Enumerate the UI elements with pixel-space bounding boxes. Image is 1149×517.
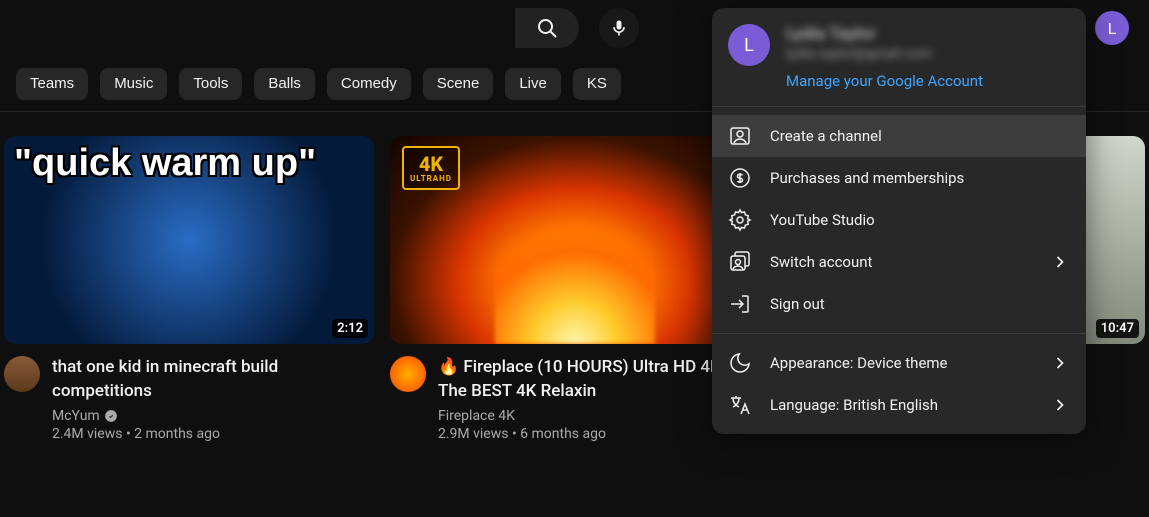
search-icon <box>535 16 559 40</box>
menu-label: Create a channel <box>770 127 1070 145</box>
menu-item-studio[interactable]: YouTube Studio <box>712 199 1086 241</box>
video-stats: 2.9M views • 6 months ago <box>438 426 760 442</box>
create-channel-icon <box>728 124 752 148</box>
gear-icon <box>728 208 752 232</box>
channel-avatar[interactable] <box>4 356 40 392</box>
chip-tools[interactable]: Tools <box>179 68 242 100</box>
manage-account-link[interactable]: Manage your Google Account <box>786 72 983 90</box>
chip-teams[interactable]: Teams <box>16 68 88 100</box>
menu-label: Sign out <box>770 295 1070 313</box>
menu-label: Purchases and memberships <box>770 169 1070 187</box>
microphone-icon <box>607 16 631 40</box>
chevron-right-icon <box>1050 395 1070 415</box>
user-name: Lydia Taylor <box>786 24 983 44</box>
dollar-icon <box>728 166 752 190</box>
avatar-initial: L <box>1108 19 1117 38</box>
video-card[interactable]: "quick warm up" 2:12 that one kid in min… <box>4 136 374 442</box>
video-duration: 2:12 <box>332 319 368 338</box>
badge-4k: 4K ULTRAHD <box>402 146 460 190</box>
account-avatar-button[interactable]: L <box>1095 11 1129 45</box>
chip-scene[interactable]: Scene <box>423 68 494 100</box>
menu-item-purchases[interactable]: Purchases and memberships <box>712 157 1086 199</box>
video-card[interactable]: 4K ULTRAHD 10: 🔥 Fireplace (10 HOURS) Ul… <box>390 136 760 442</box>
user-email: lydia.taylor@gmail.com <box>786 46 983 62</box>
menu-item-switch-account[interactable]: Switch account <box>712 241 1086 283</box>
menu-avatar: L <box>728 24 770 66</box>
video-duration: 10:47 <box>1096 319 1139 338</box>
moon-icon <box>728 351 752 375</box>
video-thumbnail[interactable]: 4K ULTRAHD 10: <box>390 136 760 344</box>
menu-label: Switch account <box>770 253 1032 271</box>
account-menu-header: L Lydia Taylor lydia.taylor@gmail.com Ma… <box>712 8 1086 107</box>
menu-label: Language: British English <box>770 396 1032 414</box>
chip-comedy[interactable]: Comedy <box>327 68 411 100</box>
chevron-right-icon <box>1050 252 1070 272</box>
video-stats: 2.4M views • 2 months ago <box>52 426 374 442</box>
search-button[interactable] <box>515 8 579 48</box>
chip-balls[interactable]: Balls <box>254 68 315 100</box>
voice-search-button[interactable] <box>599 8 639 48</box>
menu-label: YouTube Studio <box>770 211 1070 229</box>
channel-name[interactable]: McYum <box>52 408 100 424</box>
channel-avatar[interactable] <box>390 356 426 392</box>
verified-icon <box>104 409 118 423</box>
chevron-right-icon <box>1050 353 1070 373</box>
translate-icon <box>728 393 752 417</box>
thumbnail-text: "quick warm up" <box>14 144 316 182</box>
switch-account-icon <box>728 250 752 274</box>
chip-music[interactable]: Music <box>100 68 167 100</box>
chip-ks[interactable]: KS <box>573 68 621 100</box>
menu-label: Appearance: Device theme <box>770 354 1032 372</box>
menu-item-appearance[interactable]: Appearance: Device theme <box>712 342 1086 384</box>
video-title[interactable]: that one kid in minecraft build competit… <box>52 356 374 404</box>
channel-name[interactable]: Fireplace 4K <box>438 408 515 424</box>
menu-item-create-channel[interactable]: Create a channel <box>712 115 1086 157</box>
sign-out-icon <box>728 292 752 316</box>
menu-item-sign-out[interactable]: Sign out <box>712 283 1086 325</box>
account-menu: L Lydia Taylor lydia.taylor@gmail.com Ma… <box>712 8 1086 434</box>
video-thumbnail[interactable]: "quick warm up" 2:12 <box>4 136 374 344</box>
menu-item-language[interactable]: Language: British English <box>712 384 1086 426</box>
chip-live[interactable]: Live <box>505 68 561 100</box>
